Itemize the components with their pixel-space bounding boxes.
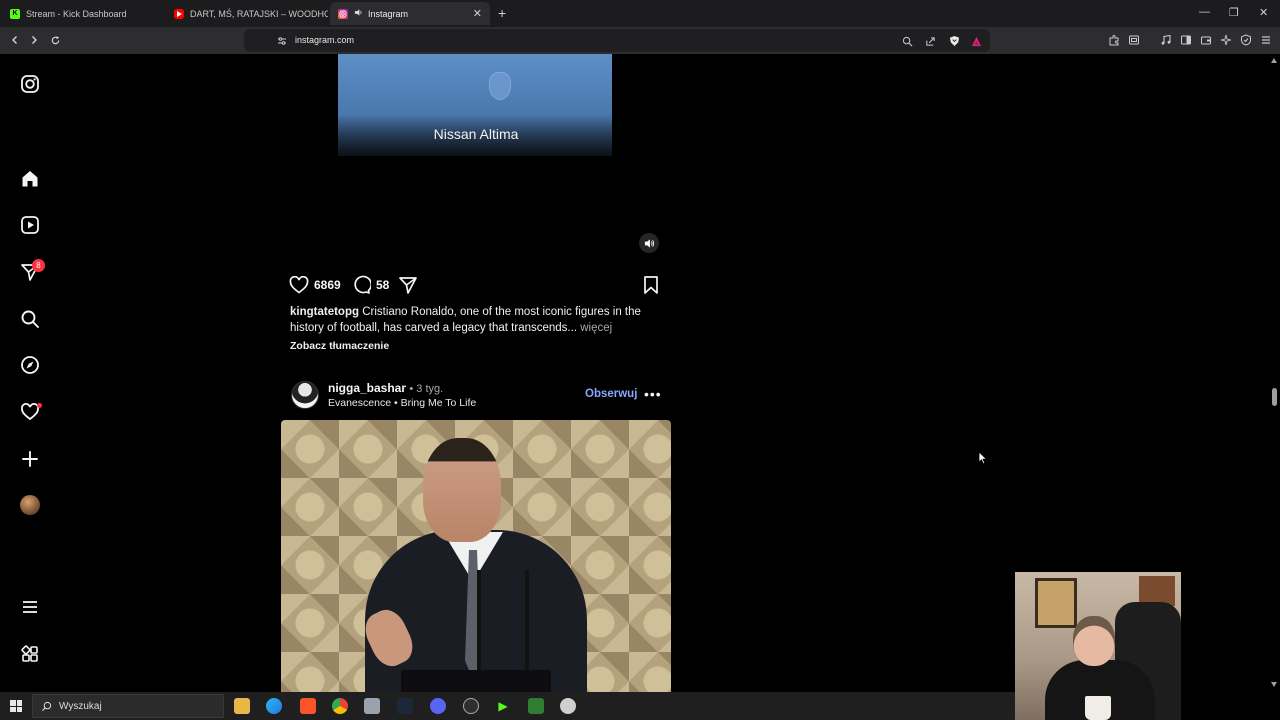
post-age: 3 tyg.	[416, 383, 444, 395]
post-video[interactable]	[281, 420, 671, 694]
webcam-detail	[1085, 696, 1111, 720]
app-icon[interactable]	[560, 698, 576, 714]
post-caption: kingtatetopg Cristiano Ronaldo, one of t…	[290, 305, 660, 336]
brave-rewards-icon[interactable]	[969, 34, 983, 48]
share-icon[interactable]	[923, 34, 937, 48]
mouse-cursor-icon	[978, 451, 988, 465]
webcam-overlay	[1015, 572, 1181, 720]
menu-icon[interactable]	[1259, 33, 1273, 47]
restore-icon[interactable]: ❐	[1229, 6, 1239, 19]
create-icon[interactable]	[20, 449, 40, 469]
browser-tab-strip: K Stream - Kick Dashboard DART, MŚ, RATA…	[0, 0, 1280, 27]
youtube-icon	[174, 8, 184, 19]
webcam-detail	[1035, 578, 1077, 628]
more-menu-icon[interactable]	[20, 597, 40, 617]
url-text: instagram.com	[295, 35, 355, 45]
leo-ai-icon[interactable]	[1219, 33, 1233, 47]
kick-icon: K	[10, 8, 20, 19]
minimize-icon[interactable]: —	[1199, 6, 1210, 18]
comment-count: 58	[376, 278, 390, 292]
post-options-icon[interactable]: •••	[644, 386, 662, 402]
post-actions: 6869 58	[289, 274, 661, 296]
post-video[interactable]: Nissan Altima	[281, 54, 671, 262]
page-scrollbar[interactable]	[1269, 54, 1280, 692]
new-tab-button[interactable]: +	[498, 5, 506, 21]
webcam-detail	[1073, 616, 1115, 666]
close-tab-icon[interactable]: ✕	[473, 7, 482, 20]
tab-title: DART, MŚ, RATAJSKI – WOODHOUSE	[190, 8, 328, 19]
instagram-sidebar: 8	[0, 54, 62, 692]
search-icon[interactable]	[20, 309, 40, 329]
brave-icon[interactable]	[300, 698, 316, 714]
tab-instagram[interactable]: Instagram ✕	[330, 2, 490, 25]
vpn-icon[interactable]	[1239, 33, 1253, 47]
zoom-icon[interactable]	[900, 34, 914, 48]
speaker-icon[interactable]	[354, 8, 363, 19]
media-icon[interactable]	[1159, 33, 1173, 47]
tab-youtube-dart[interactable]: DART, MŚ, RATAJSKI – WOODHOUSE	[166, 2, 328, 25]
tab-title: Instagram	[368, 8, 409, 19]
sidebar-toggle-icon[interactable]	[1179, 33, 1193, 47]
audio-artist: Evanescence	[328, 397, 392, 409]
shirt-crest	[489, 72, 511, 100]
more-link[interactable]: więcej	[580, 322, 612, 334]
instagram-icon	[338, 8, 348, 19]
scroll-thumb[interactable]	[1272, 388, 1277, 406]
forward-icon[interactable]	[27, 33, 41, 47]
home-icon[interactable]	[20, 169, 40, 189]
save-post-icon[interactable]	[641, 275, 661, 295]
like-icon[interactable]	[289, 275, 309, 295]
back-icon[interactable]	[8, 33, 22, 47]
steam-icon[interactable]	[397, 698, 413, 714]
kick-app-icon[interactable]: ▶	[495, 698, 511, 714]
discord-icon[interactable]	[430, 698, 446, 714]
post-author-avatar[interactable]	[291, 381, 319, 409]
follow-button[interactable]: Obserwuj	[585, 388, 637, 400]
see-translation-link[interactable]: Zobacz tłumaczenie	[290, 340, 389, 352]
windows-start-icon[interactable]	[10, 700, 22, 712]
reload-icon[interactable]	[48, 33, 62, 47]
post-author-username[interactable]: nigga_bashar	[328, 381, 406, 395]
video-frame-detail	[423, 438, 501, 542]
explore-icon[interactable]	[20, 355, 40, 375]
notification-dot	[37, 403, 42, 408]
video-overlay-text: Nissan Altima	[433, 126, 519, 142]
windows-taskbar: Wyszukaj ▶	[0, 692, 1015, 720]
tab-title: Stream - Kick Dashboard	[26, 8, 127, 19]
obs-icon[interactable]	[463, 698, 479, 714]
tab-manager-icon[interactable]	[1127, 33, 1141, 47]
share-post-icon[interactable]	[398, 275, 418, 295]
site-settings-icon[interactable]	[275, 34, 289, 48]
profile-avatar[interactable]	[20, 495, 40, 515]
taskbar-search-placeholder: Wyszukaj	[59, 701, 102, 712]
file-explorer-icon[interactable]	[234, 698, 250, 714]
post-audio-line[interactable]: Evanescence • Bring Me To Life	[328, 397, 476, 409]
post-author-line: nigga_bashar • 3 tyg.	[328, 381, 444, 395]
reels-icon[interactable]	[20, 215, 40, 235]
address-bar[interactable]: instagram.com	[244, 29, 990, 52]
meta-apps-icon[interactable]	[20, 644, 40, 664]
close-window-icon[interactable]: ✕	[1259, 6, 1268, 19]
wallet-icon[interactable]	[1199, 33, 1213, 47]
extensions-icon[interactable]	[1107, 33, 1121, 47]
instagram-logo-icon[interactable]	[20, 74, 40, 94]
search-icon	[41, 701, 52, 712]
browser-toolbar: instagram.com	[0, 27, 1280, 54]
tab-kick-dashboard[interactable]: K Stream - Kick Dashboard	[2, 2, 166, 25]
audio-toggle-icon[interactable]	[639, 233, 659, 253]
like-count: 6869	[314, 278, 341, 292]
comment-icon[interactable]	[351, 275, 371, 295]
taskbar-search[interactable]: Wyszukaj	[32, 694, 224, 718]
messages-badge: 8	[32, 259, 45, 272]
edge-icon[interactable]	[266, 698, 282, 714]
video-frame-detail	[401, 670, 551, 694]
app-icon[interactable]	[364, 698, 380, 714]
chrome-icon[interactable]	[332, 698, 348, 714]
audio-title: Bring Me To Life	[400, 397, 477, 409]
caption-username[interactable]: kingtatetopg	[290, 306, 359, 318]
scroll-up-arrow-icon[interactable]	[1271, 58, 1277, 63]
brave-shield-icon[interactable]	[947, 34, 961, 48]
app-icon[interactable]	[528, 698, 544, 714]
scroll-down-arrow-icon[interactable]	[1271, 682, 1277, 687]
